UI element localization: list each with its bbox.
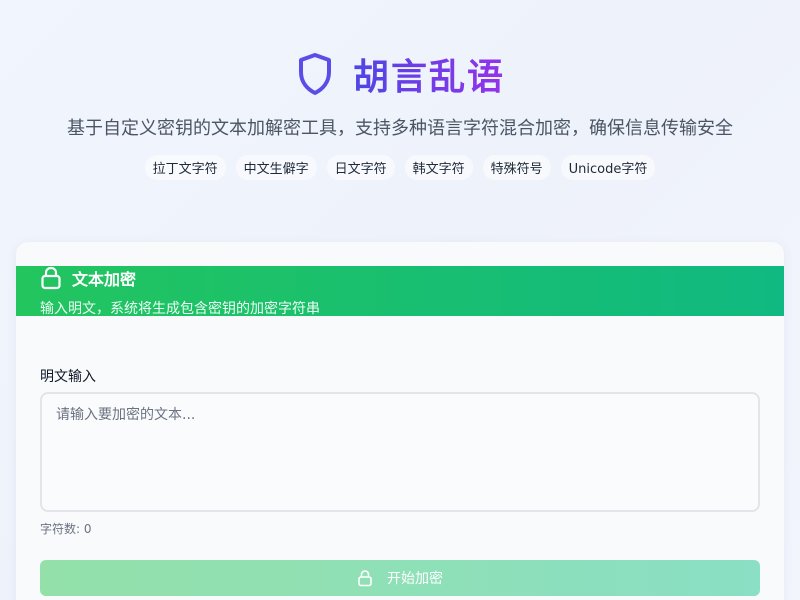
encrypt-card-title-row: 文本加密: [40, 266, 136, 290]
plaintext-input[interactable]: [40, 392, 760, 512]
encrypt-card-title: 文本加密: [72, 270, 137, 289]
tag-rare-chinese: 中文生僻字: [235, 155, 317, 180]
tag-latin: 拉丁文字符: [144, 155, 226, 180]
charset-tags: 拉丁文字符 中文生僻字 日文字符 韩文字符 特殊符号 Unicode字符: [0, 155, 800, 180]
app-subtitle: 基于自定义密钥的文本加解密工具，支持多种语言字符混合加密，确保信息传输安全: [67, 118, 733, 139]
tag-korean: 韩文字符: [404, 155, 473, 180]
tag-special-symbols: 特殊符号: [482, 155, 551, 180]
brand: 胡言乱语: [0, 48, 800, 100]
encrypt-card-header: 文本加密 输入明文，系统将生成包含密钥的加密字符串: [16, 266, 784, 317]
app-title: 胡言乱语: [353, 48, 505, 100]
encrypt-button-label: 开始加密: [387, 571, 443, 587]
encrypt-card-description: 输入明文，系统将生成包含密钥的加密字符串: [40, 301, 320, 317]
tag-unicode: Unicode字符: [560, 155, 656, 180]
shield-icon: [295, 50, 335, 98]
plaintext-label: 明文输入: [40, 369, 96, 385]
char-count: 字符数: 0: [40, 522, 92, 536]
page: 胡言乱语 基于自定义密钥的文本加解密工具，支持多种语言字符混合加密，确保信息传输…: [0, 0, 800, 600]
lock-icon: [357, 569, 373, 587]
encrypt-button[interactable]: 开始加密: [40, 560, 760, 596]
lock-icon: [40, 266, 62, 290]
tag-japanese: 日文字符: [326, 155, 395, 180]
encrypt-card: 文本加密 输入明文，系统将生成包含密钥的加密字符串 明文输入 字符数: 0 开始…: [16, 242, 784, 600]
